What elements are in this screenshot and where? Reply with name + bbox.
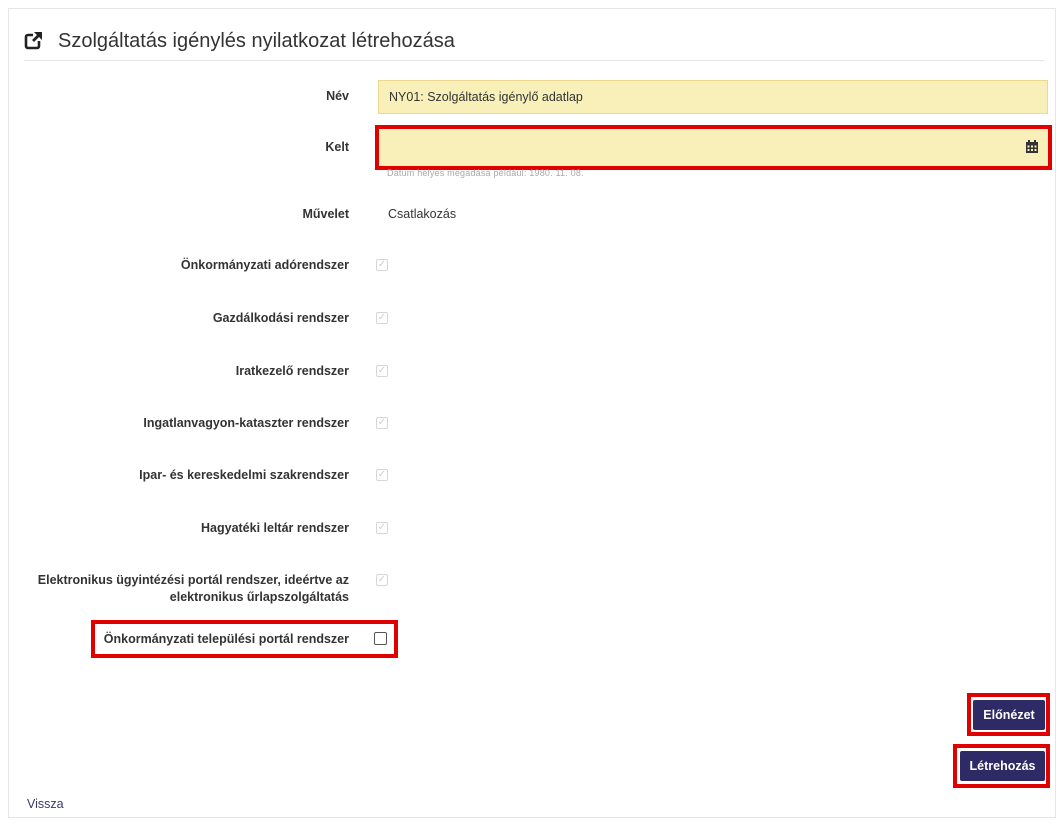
checkbox-gazdalkodasi-disabled: ✓	[376, 312, 388, 324]
name-field[interactable]: NY01: Szolgáltatás igénylő adatlap	[378, 80, 1048, 114]
system-label-gazdalkodasi: Gazdálkodási rendszer	[212, 311, 349, 325]
page-title: Szolgáltatás igénylés nyilatkozat létreh…	[58, 29, 455, 52]
external-link-icon	[24, 30, 46, 52]
system-label-telepulesi: Önkormányzati települési portál rendszer	[103, 632, 349, 646]
checkbox-ingatlan-disabled: ✓	[376, 417, 388, 429]
system-label-ipar: Ipar- és kereskedelmi szakrendszer	[139, 468, 349, 482]
checkbox-telepulesi[interactable]	[374, 632, 387, 645]
back-link[interactable]: Vissza	[27, 797, 64, 811]
name-value: NY01: Szolgáltatás igénylő adatlap	[389, 90, 583, 104]
system-label-ingatlan: Ingatlanvagyon-kataszter rendszer	[143, 416, 349, 430]
date-label: Kelt	[325, 140, 349, 154]
date-field[interactable]	[379, 129, 1048, 166]
checkbox-iratkezelo-disabled: ✓	[376, 365, 388, 377]
preview-button[interactable]: Előnézet	[973, 700, 1045, 730]
page-header: Szolgáltatás igénylés nyilatkozat létreh…	[24, 22, 1044, 61]
system-label-portal-line2: elektronikus űrlapszolgáltatás	[169, 590, 349, 604]
date-hint: Dátum helyes megadása például: 1980. 11.…	[387, 168, 584, 178]
system-label-iratkezelo: Iratkezelő rendszer	[235, 364, 349, 378]
checkbox-ado-disabled: ✓	[376, 259, 388, 271]
calendar-icon[interactable]	[1026, 140, 1038, 153]
system-label-ado: Önkormányzati adórendszer	[180, 258, 349, 272]
system-label-hagyateki: Hagyatéki leltár rendszer	[201, 521, 349, 535]
system-label-portal-line1: Elektronikus ügyintézési portál rendszer…	[37, 573, 349, 587]
checkbox-portal-disabled: ✓	[376, 574, 388, 586]
operation-value: Csatlakozás	[388, 207, 457, 221]
checkbox-hagyateki-disabled: ✓	[376, 522, 388, 534]
create-button[interactable]: Létrehozás	[960, 751, 1045, 781]
operation-label: Művelet	[302, 207, 349, 221]
name-label: Név	[326, 89, 349, 103]
checkbox-ipar-disabled: ✓	[376, 469, 388, 481]
